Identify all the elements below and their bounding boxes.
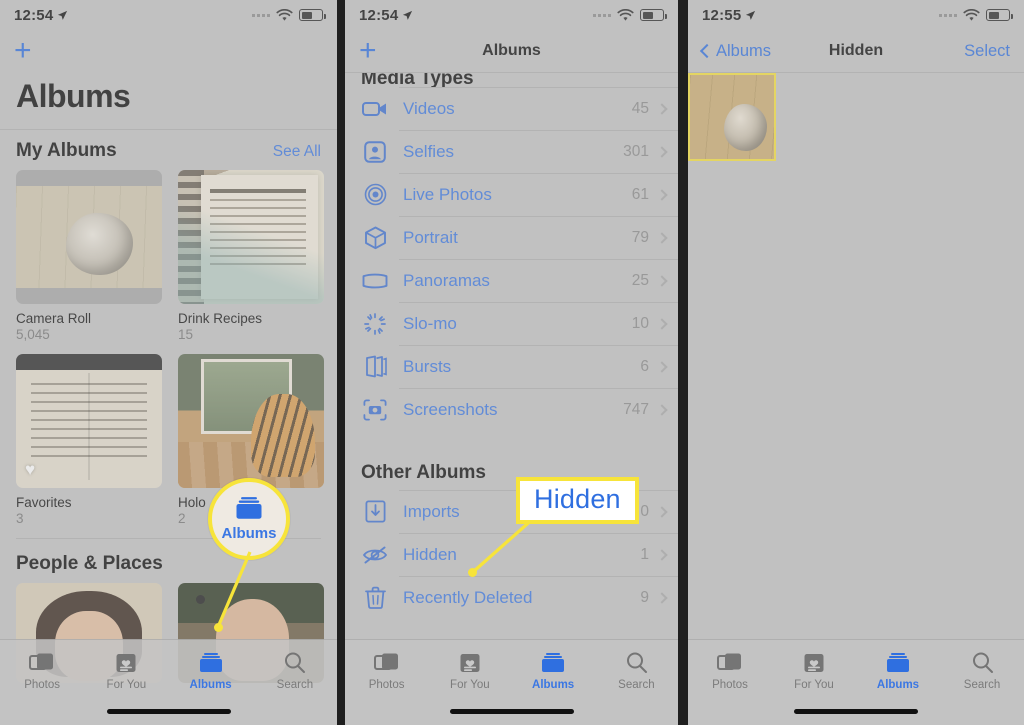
screenshot-stage: 12:54 + Albums My Albums See All Camera … <box>0 0 1024 725</box>
nav-title: Hidden <box>828 42 884 59</box>
tab-for-you[interactable]: For You <box>772 640 856 702</box>
home-indicator <box>794 709 918 714</box>
tab-bar-3: Photos For You Albums Search <box>688 639 1024 725</box>
search-icon <box>972 652 993 673</box>
callout-hidden-label: Hidden <box>516 477 639 524</box>
status-icons-3 <box>939 8 1013 22</box>
tab-albums[interactable]: Albums <box>856 640 940 702</box>
battery-icon <box>986 9 1013 21</box>
callout-leader-line-1 <box>216 551 252 628</box>
location-arrow-icon <box>746 10 756 20</box>
photo-image <box>690 75 774 159</box>
panel-albums-home: 12:54 + Albums My Albums See All Camera … <box>0 0 337 725</box>
tab-label: Photos <box>712 678 748 691</box>
tab-label: Search <box>963 679 1001 691</box>
tab-label: Albums <box>876 678 920 691</box>
status-time-3: 12:55 <box>702 7 756 24</box>
tab-photos[interactable]: Photos <box>688 640 772 702</box>
photos-icon <box>717 653 741 670</box>
tab-search[interactable]: Search <box>940 640 1024 702</box>
tab-label: For You <box>794 678 834 691</box>
panel-divider-1 <box>337 0 345 725</box>
callout-leader-line-2 <box>471 515 537 574</box>
callout-anchor-dot-1 <box>214 623 223 632</box>
for-you-icon <box>804 653 824 672</box>
callout-anchor-dot-2 <box>468 568 477 577</box>
photo-thumbnail-selected[interactable] <box>688 73 776 161</box>
status-time-text: 12:55 <box>702 6 742 24</box>
status-bar-3: 12:55 <box>688 0 1024 30</box>
nav-bar-3: Albums Hidden Select <box>688 30 1024 72</box>
callout-label: Hidden <box>534 484 621 514</box>
albums-folder-icon <box>887 652 909 672</box>
signal-dots-icon <box>939 13 957 17</box>
wifi-icon <box>963 8 980 21</box>
panel-hidden-album: 12:55 Albums Hidden Select Photos For Yo… <box>688 0 1024 725</box>
hidden-photo-grid <box>688 73 1024 161</box>
